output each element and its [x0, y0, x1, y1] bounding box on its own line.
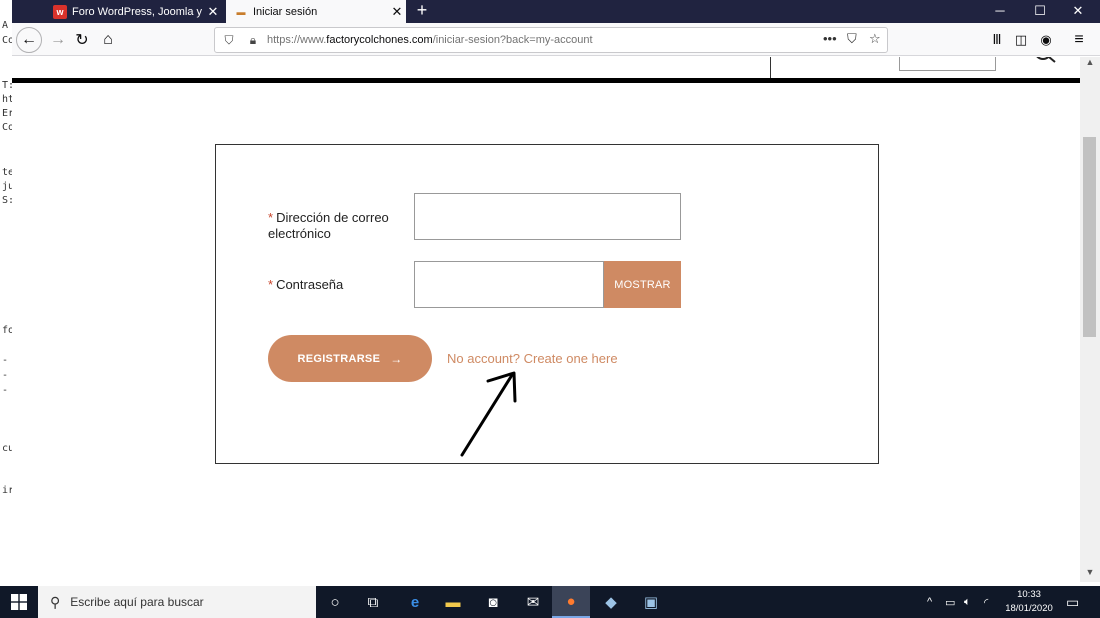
home-icon[interactable]: ⌂ — [95, 27, 121, 53]
close-tab-icon[interactable]: ✕ — [204, 4, 222, 20]
taskbar-search-input[interactable]: ⚲ Escribe aquí para buscar — [38, 586, 316, 618]
file-explorer-icon[interactable]: ▬ — [434, 586, 472, 618]
bed-icon: ▬ — [236, 6, 246, 17]
editor-line: T: — [2, 80, 12, 91]
windows-taskbar: ⚲ Escribe aquí para buscar ○ ⧉ e ▬ ◙ ✉ ●… — [0, 586, 1100, 618]
task-view-icon[interactable]: ⧉ — [354, 586, 392, 618]
forum-logo-icon: w — [53, 4, 67, 19]
tab-forum[interactable]: w Foro WordPress, Joomla y Prest ✕ — [45, 0, 222, 23]
arrow-right-icon: → — [390, 351, 403, 366]
taskbar-search-placeholder: Escribe aquí para buscar — [70, 595, 204, 609]
tracking-shield-icon[interactable]: ⛉ — [219, 33, 239, 48]
search-icon: ⚲ — [50, 593, 61, 610]
editor-line: Co — [2, 122, 12, 133]
clock-date: 18/01/2020 — [1005, 603, 1053, 614]
maximize-icon[interactable]: ☐ — [1022, 0, 1058, 23]
show-hidden-icons-icon[interactable]: ^ — [927, 586, 932, 618]
menu-icon[interactable]: ≡ — [1066, 27, 1092, 53]
app-icon[interactable]: ◆ — [592, 586, 630, 618]
tab-bar: w Foro WordPress, Joomla y Prest ✕ ▬ Ini… — [12, 0, 1100, 23]
editor-line: Er — [2, 108, 12, 119]
url-bar[interactable]: ⛉ 🔒︎ https://www.factorycolchones.com/in… — [214, 27, 888, 53]
wifi-icon[interactable]: ◜ — [984, 586, 988, 618]
editor-line: ht — [2, 94, 12, 105]
page-content: * Dirección de correo electrónico * Contra… — [12, 57, 1080, 582]
email-label: * Dirección de correo electrónico — [268, 210, 389, 241]
battery-icon[interactable]: ▭ — [945, 586, 955, 618]
notifications-icon[interactable]: ▭ — [1066, 586, 1079, 618]
login-form: * Dirección de correo electrónico * Contra… — [215, 144, 879, 464]
navigation-bar: ← → ↻ ⌂ ⛉ 🔒︎ https://www.factorycolchone… — [12, 23, 1100, 56]
clock-time: 10:33 — [1017, 589, 1041, 600]
scroll-thumb[interactable] — [1083, 137, 1096, 337]
account-icon[interactable]: ◉ — [1033, 27, 1059, 53]
tab-title: Foro WordPress, Joomla y Prest — [72, 5, 204, 18]
back-icon[interactable]: ← — [16, 27, 42, 53]
register-button-label: REGISTRARSE — [297, 352, 381, 365]
pocket-icon[interactable]: ⛉ — [847, 31, 857, 47]
editor-line: - — [2, 370, 9, 381]
mail-icon[interactable]: ✉ — [514, 586, 552, 618]
editor-line: te — [2, 167, 12, 178]
windows-logo-icon — [11, 594, 27, 610]
editor-line: S: — [2, 195, 12, 206]
sidebar-icon[interactable]: ◫ — [1008, 27, 1034, 53]
volume-icon[interactable]: 🔈︎ — [964, 586, 971, 618]
browser-window: w Foro WordPress, Joomla y Prest ✕ ▬ Ini… — [12, 0, 1100, 582]
editor-line: fo — [2, 325, 12, 336]
show-password-button[interactable]: MOSTRAR — [604, 261, 681, 308]
password-field[interactable] — [414, 261, 604, 308]
editor-line: ir — [2, 485, 12, 496]
bookmark-star-icon[interactable]: ☆ — [869, 31, 881, 47]
site-search-input[interactable] — [899, 57, 996, 71]
header-rule — [12, 78, 1080, 83]
editor-line: - — [2, 385, 9, 396]
forward-icon[interactable]: → — [45, 27, 71, 53]
password-label: * Contraseña — [268, 277, 344, 292]
windows-start-button[interactable] — [0, 586, 38, 618]
remote-desktop-icon[interactable]: ▣ — [632, 586, 670, 618]
register-button[interactable]: REGISTRARSE → — [268, 335, 432, 382]
url-text[interactable]: https://www.factorycolchones.com/iniciar… — [267, 34, 593, 46]
create-account-link[interactable]: No account? Create one here — [447, 351, 618, 366]
lock-icon[interactable]: 🔒︎ — [243, 33, 263, 48]
store-icon[interactable]: ◙ — [474, 586, 512, 618]
email-field[interactable] — [414, 193, 681, 240]
clock[interactable]: 10:33 18/01/2020 — [1000, 588, 1058, 616]
tab-login[interactable]: ▬ Iniciar sesión ✕ — [226, 0, 406, 23]
vertical-scrollbar[interactable]: ▲ ▼ — [1080, 57, 1100, 582]
editor-line: Co — [2, 35, 12, 46]
reload-icon[interactable]: ↻ — [69, 27, 95, 53]
page-actions-icon[interactable]: ••• — [823, 31, 837, 46]
library-icon[interactable]: Ⅲ — [984, 27, 1010, 53]
editor-line: cu — [2, 443, 12, 454]
close-window-icon[interactable]: ✕ — [1060, 0, 1096, 23]
minimize-icon[interactable]: ─ — [982, 0, 1018, 23]
close-tab-icon[interactable]: ✕ — [388, 4, 406, 20]
tab-title: Iniciar sesión — [253, 5, 318, 18]
editor-line: - — [2, 355, 9, 366]
new-tab-button[interactable]: + — [412, 0, 432, 23]
editor-line: A — [2, 20, 9, 31]
edge-icon[interactable]: e — [396, 586, 434, 618]
editor-line: ju — [2, 181, 12, 192]
scroll-up-icon[interactable]: ▲ — [1080, 57, 1100, 71]
header-divider — [770, 57, 771, 79]
cortana-icon[interactable]: ○ — [316, 586, 354, 618]
firefox-icon[interactable]: ● — [552, 586, 590, 618]
search-icon[interactable] — [1034, 57, 1056, 65]
background-editor-window: A Co T: ht Er Co te ju S: fo - - - cu ir — [0, 0, 12, 582]
scroll-down-icon[interactable]: ▼ — [1080, 567, 1100, 581]
